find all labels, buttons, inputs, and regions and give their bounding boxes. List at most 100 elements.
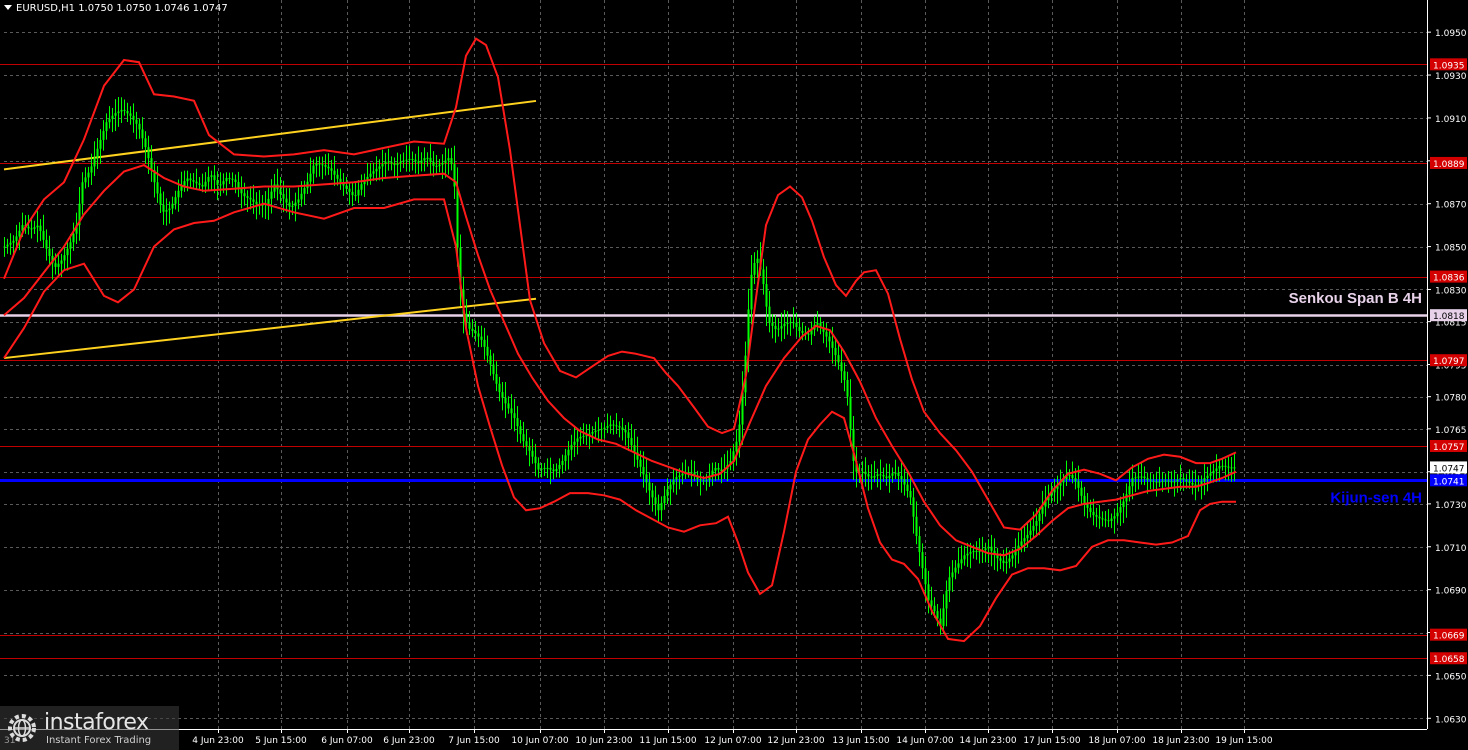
- brand-name: instaforex: [44, 710, 149, 735]
- candle-body: [93, 157, 96, 167]
- candle-body: [294, 202, 297, 206]
- x-tick-label: 7 Jun 15:00: [448, 736, 500, 746]
- candle-body: [927, 584, 930, 601]
- candle-body: [1008, 558, 1011, 562]
- candle-body: [9, 242, 12, 245]
- x-tick-label: 17 Jun 15:00: [1023, 736, 1080, 746]
- candle-body: [1095, 515, 1098, 517]
- candle-body: [219, 184, 222, 186]
- candle-body: [762, 269, 765, 285]
- candle-body: [1119, 507, 1122, 513]
- candle-body: [519, 426, 522, 435]
- candle-body: [30, 228, 33, 230]
- candle-body: [1173, 481, 1176, 483]
- candle-body: [429, 157, 432, 162]
- candle-body: [531, 450, 534, 457]
- candle-body: [447, 158, 450, 161]
- candle-body: [969, 552, 972, 554]
- candle-body: [189, 178, 192, 181]
- candle-body: [198, 183, 201, 185]
- candle-body: [159, 193, 162, 205]
- candle-body: [909, 491, 912, 498]
- candle-body: [225, 177, 228, 182]
- candle-body: [441, 162, 444, 165]
- candle-body: [411, 158, 414, 160]
- x-tick-label: 6 Jun 23:00: [383, 736, 435, 746]
- candle-body: [615, 425, 618, 427]
- candle-body: [390, 161, 393, 164]
- candle-body: [456, 186, 459, 248]
- candle-body: [651, 490, 654, 498]
- x-tick-label: 10 Jun 07:00: [511, 736, 568, 746]
- candle-body: [1080, 487, 1083, 496]
- candle-body: [1110, 518, 1113, 522]
- candle-body: [183, 181, 186, 187]
- candle-body: [1116, 512, 1119, 517]
- candle-body: [36, 225, 39, 228]
- candle-body: [300, 193, 303, 200]
- candle-body: [285, 198, 288, 203]
- candle-body: [756, 258, 759, 264]
- candle-body: [1089, 507, 1092, 512]
- candle-body: [57, 263, 60, 267]
- x-tick-label: 13 Jun 15:00: [832, 736, 889, 746]
- candle-body: [480, 336, 483, 340]
- candle-body: [900, 475, 903, 480]
- candle-body: [702, 480, 705, 482]
- candle-body: [417, 161, 420, 163]
- candle-body: [768, 306, 771, 323]
- candle-body: [495, 374, 498, 384]
- candle-body: [249, 197, 252, 200]
- candle-body: [1104, 519, 1107, 521]
- brand-watermark: instaforex Instant Forex Trading: [0, 706, 179, 750]
- candle-body: [360, 184, 363, 190]
- candle-body: [699, 479, 702, 481]
- candle-body: [105, 122, 108, 132]
- candle-body: [1203, 478, 1206, 482]
- candle-body: [231, 178, 234, 180]
- candle-body: [639, 459, 642, 467]
- candle-body: [81, 182, 84, 204]
- candle-body: [1146, 478, 1149, 480]
- candle-body: [54, 263, 57, 267]
- candle-body: [315, 163, 318, 166]
- candle-body: [111, 115, 114, 119]
- candle-body: [825, 331, 828, 337]
- candle-body: [642, 466, 645, 475]
- y-tick-label: 1.0950: [1435, 29, 1467, 39]
- candle-body: [516, 418, 519, 427]
- candle-body: [837, 355, 840, 363]
- candle-body: [1032, 525, 1035, 531]
- candle-body: [945, 590, 948, 609]
- price-chart[interactable]: 1.09501.09301.09101.08901.08701.08501.08…: [0, 0, 1468, 750]
- x-tick-label: 11 Jun 15:00: [639, 736, 696, 746]
- candle-body: [669, 484, 672, 490]
- candle-body: [582, 436, 585, 438]
- candle-body: [972, 551, 975, 553]
- candle-body: [1182, 478, 1185, 480]
- candle-body: [552, 469, 555, 472]
- candle-body: [507, 403, 510, 409]
- candle-body: [84, 177, 87, 183]
- candle-body: [1212, 470, 1215, 474]
- dropdown-triangle-icon[interactable]: [4, 5, 12, 10]
- current-price-label: 1.0747: [1433, 464, 1465, 474]
- candle-body: [138, 123, 141, 130]
- candle-body: [354, 195, 357, 197]
- candle-body: [978, 551, 981, 553]
- candle-body: [63, 255, 66, 261]
- candle-body: [177, 190, 180, 198]
- candle-body: [1215, 468, 1218, 471]
- y-tick-label: 1.0690: [1435, 587, 1467, 597]
- candle-body: [891, 473, 894, 476]
- candle-body: [123, 109, 126, 111]
- candle-body: [99, 139, 102, 149]
- candle-body: [600, 429, 603, 431]
- candle-body: [420, 160, 423, 163]
- candle-body: [1020, 541, 1023, 546]
- senkou-span-label: Senkou Span B 4H: [1289, 290, 1422, 307]
- candle-body: [621, 427, 624, 430]
- candle-body: [1071, 474, 1074, 479]
- candle-body: [381, 164, 384, 167]
- candle-body: [1023, 538, 1026, 542]
